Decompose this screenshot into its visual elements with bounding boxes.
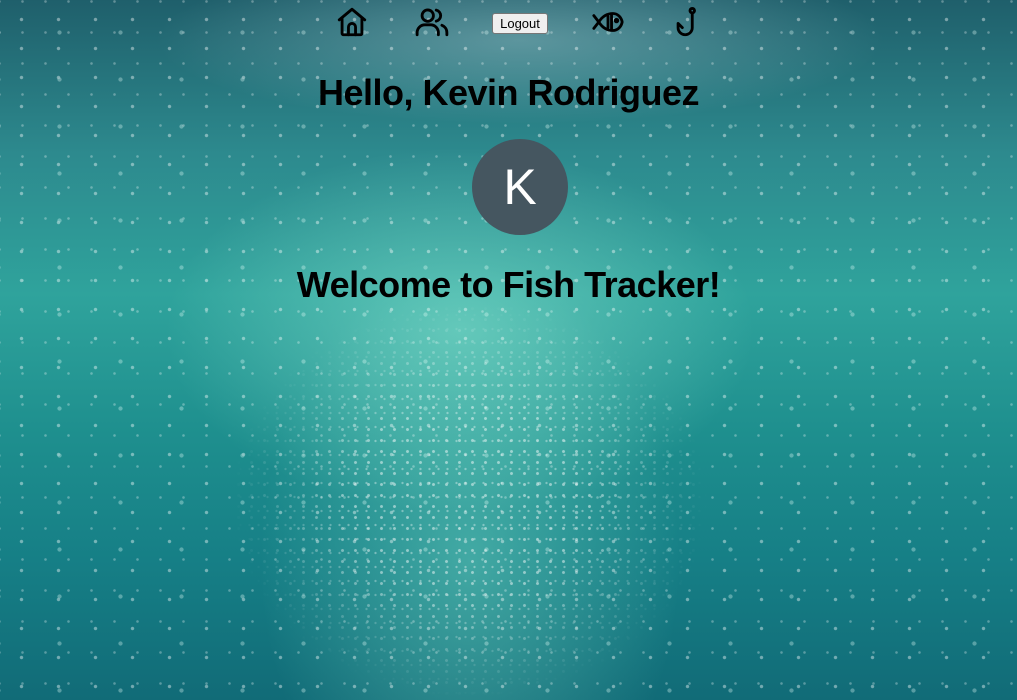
hook-icon — [676, 6, 696, 37]
nav-hook-link[interactable] — [670, 4, 706, 40]
nav-users-link[interactable] — [414, 4, 450, 40]
top-nav: Logout — [0, 0, 1017, 46]
avatar-initial: K — [503, 159, 537, 215]
avatar: K — [472, 139, 568, 235]
logout-button[interactable]: Logout — [492, 13, 548, 34]
welcome-heading: Welcome to Fish Tracker! — [296, 264, 721, 305]
greeting-heading: Hello, Kevin Rodriguez — [317, 72, 700, 113]
fish-icon — [592, 12, 624, 32]
home-icon — [337, 7, 367, 37]
nav-fish-link[interactable] — [590, 4, 626, 40]
users-icon — [415, 8, 449, 37]
nav-home-link[interactable] — [334, 4, 370, 40]
